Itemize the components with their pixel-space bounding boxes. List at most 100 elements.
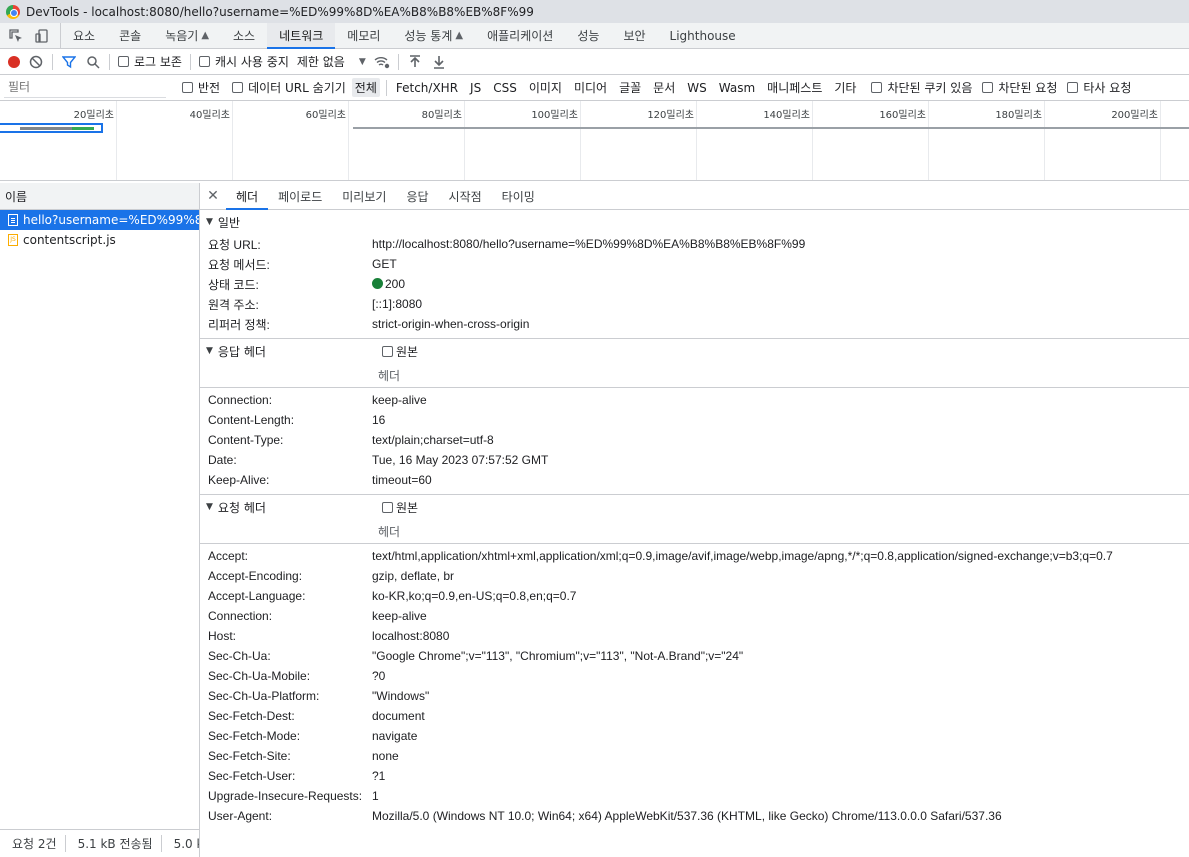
grid-line	[464, 101, 465, 180]
tick-label: 140밀리초	[763, 110, 810, 121]
tick-label: 120밀리초	[647, 110, 694, 121]
type-filter-img[interactable]: 이미지	[526, 78, 565, 97]
tab-memory[interactable]: 메모리	[335, 23, 392, 48]
checkbox-box[interactable]	[232, 82, 244, 93]
network-conditions-icon[interactable]	[374, 54, 390, 70]
grid-line	[580, 101, 581, 180]
grid-line	[812, 101, 813, 180]
checkbox-box[interactable]	[871, 82, 883, 93]
import-har-icon[interactable]	[407, 54, 423, 70]
tab-recorder[interactable]: 녹음기 ▲	[153, 23, 221, 48]
checkbox-box[interactable]	[382, 345, 393, 357]
throttle-select[interactable]: 제한 없음 ▼	[297, 53, 366, 70]
clear-icon[interactable]	[28, 54, 44, 70]
tab-performance-insights[interactable]: 성능 통계 ▲	[392, 23, 475, 48]
checkbox-box[interactable]	[182, 82, 193, 93]
panel-tabs-bar: 요소 콘솔 녹음기 ▲ 소스 네트워크 메모리 성능 통계 ▲ 애플리케이션 성능 …	[0, 23, 1189, 49]
inspect-element-icon[interactable]	[8, 28, 24, 44]
tab-headers[interactable]: 헤더	[226, 183, 269, 210]
request-headers-section-header[interactable]: ▼ 요청 헤더 원본	[200, 495, 1189, 519]
blocked-cookies-checkbox[interactable]: 차단된 쿠키 있음	[871, 79, 972, 96]
type-filter-media[interactable]: 미디어	[571, 78, 610, 97]
device-toolbar-icon[interactable]	[34, 28, 50, 44]
request-details: ✕ 헤더 페이로드 미리보기 응답 시작점 타이밍 ▼ 일반 요청 URL: ht…	[200, 183, 1189, 857]
header-row: Accept-Language: ko-KR,ko;q=0.9,en-US;q=0…	[208, 589, 577, 603]
tick-label: 20밀리초	[73, 110, 114, 121]
tab-lighthouse[interactable]: Lighthouse	[658, 23, 748, 48]
header-row: Date: Tue, 16 May 2023 07:57:52 GMT	[208, 453, 549, 467]
tab-console[interactable]: 콘솔	[107, 23, 153, 48]
disable-cache-checkbox[interactable]: 캐시 사용 중지	[198, 53, 289, 70]
preserve-log-checkbox[interactable]: 로그 보존	[118, 53, 182, 70]
network-status-bar: 요청 2건 5.1 kB 전송됨 5.0 kB	[0, 829, 199, 857]
third-party-checkbox[interactable]: 타사 요청	[1067, 79, 1131, 96]
request-row[interactable]: JS contentscript.js	[0, 230, 199, 250]
toolbar-divider	[385, 79, 387, 96]
type-filter-doc[interactable]: 문서	[650, 78, 678, 97]
general-rows: 요청 URL: http://localhost:8080/hello?usern…	[200, 234, 1189, 338]
network-main: 이름 hello?username=%ED%99%8... JS content…	[0, 183, 1189, 857]
collapse-triangle-icon: ▼	[206, 502, 213, 512]
header-row: Sec-Fetch-Site: none	[208, 749, 399, 763]
general-section-header[interactable]: ▼ 일반	[200, 210, 1189, 234]
checkbox-box[interactable]	[982, 82, 994, 93]
tab-security[interactable]: 보안	[611, 23, 657, 48]
filter-icon[interactable]	[61, 54, 77, 70]
response-header-rows: Connection: keep-alive Content-Length: 16 …	[200, 388, 1189, 494]
network-overview[interactable]: 20밀리초 40밀리초 60밀리초 80밀리초 100밀리초 120밀리초 14…	[0, 101, 1189, 181]
response-headers-section-header[interactable]: ▼ 응답 헤더 원본	[200, 339, 1189, 363]
export-har-icon[interactable]	[431, 54, 447, 70]
type-filter-wasm[interactable]: Wasm	[716, 80, 758, 96]
checkbox-box[interactable]	[118, 56, 129, 67]
checkbox-box[interactable]	[1067, 82, 1079, 93]
tab-application[interactable]: 애플리케이션	[475, 23, 565, 48]
blocked-requests-checkbox[interactable]: 차단된 요청	[982, 79, 1057, 96]
collapse-triangle-icon: ▼	[206, 346, 213, 356]
hide-data-urls-checkbox[interactable]: 데이터 URL 숨기기	[232, 79, 346, 96]
tick-label: 200밀리초	[1111, 110, 1158, 121]
type-filter-fetch-xhr[interactable]: Fetch/XHR	[393, 80, 461, 96]
type-filter-css[interactable]: CSS	[490, 80, 520, 96]
collapse-triangle-icon: ▼	[206, 217, 213, 227]
header-row: Content-Type: text/plain;charset=utf-8	[208, 433, 494, 447]
name-column-header[interactable]: 이름	[0, 183, 199, 210]
tab-response[interactable]: 응답	[396, 183, 438, 209]
experiment-flask-icon: ▲	[455, 30, 464, 41]
checkbox-box[interactable]	[382, 501, 393, 513]
type-filter-font[interactable]: 글꼴	[616, 78, 644, 97]
tab-network[interactable]: 네트워크	[267, 23, 336, 49]
header-row: Sec-Ch-Ua: "Google Chrome";v="113", "Chro…	[208, 649, 744, 663]
grid-line	[1160, 101, 1161, 180]
tab-preview[interactable]: 미리보기	[332, 183, 396, 209]
tab-initiator[interactable]: 시작점	[439, 183, 492, 209]
filter-input[interactable]	[4, 77, 166, 98]
type-filter-js[interactable]: JS	[467, 80, 484, 96]
checkbox-box[interactable]	[198, 56, 210, 67]
tick-label: 180밀리초	[995, 110, 1042, 121]
tick-label: 100밀리초	[531, 110, 578, 121]
header-row: Keep-Alive: timeout=60	[208, 473, 432, 487]
response-raw-checkbox[interactable]: 원본	[382, 343, 418, 360]
invert-checkbox[interactable]: 반전	[182, 79, 220, 96]
search-icon[interactable]	[85, 54, 101, 70]
header-row: 요청 메서드: GET	[208, 257, 397, 272]
type-filter-other[interactable]: 기타	[831, 78, 859, 97]
type-filter-all[interactable]: 전체	[351, 78, 380, 97]
header-row: 리퍼러 정책: strict-origin-when-cross-origin	[208, 317, 530, 332]
tab-payload[interactable]: 페이로드	[268, 183, 332, 209]
request-row[interactable]: hello?username=%ED%99%8...	[0, 210, 199, 230]
grid-line	[928, 101, 929, 180]
close-icon[interactable]: ✕	[200, 183, 226, 209]
tick-label: 40밀리초	[189, 110, 230, 121]
type-filter-ws[interactable]: WS	[684, 80, 709, 96]
record-button[interactable]	[8, 55, 20, 68]
tab-sources[interactable]: 소스	[221, 23, 267, 48]
type-filter-manifest[interactable]: 매니페스트	[764, 78, 825, 97]
tab-elements[interactable]: 요소	[61, 23, 107, 48]
overview-request-bar	[353, 127, 1189, 129]
request-raw-checkbox[interactable]: 원본	[382, 499, 418, 516]
tick-label: 60밀리초	[305, 110, 346, 121]
tab-performance[interactable]: 성능	[565, 23, 611, 48]
transferred-size: 5.1 kB 전송됨	[66, 835, 162, 852]
tab-timing[interactable]: 타이밍	[492, 183, 545, 209]
